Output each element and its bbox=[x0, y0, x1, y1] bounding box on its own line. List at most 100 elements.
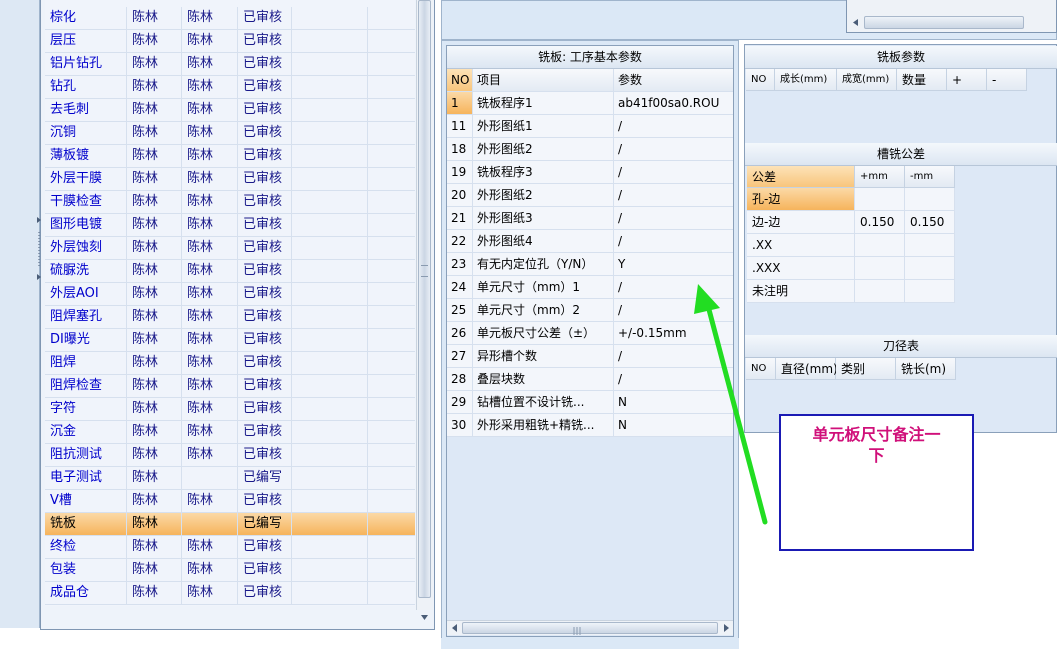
process-row[interactable]: 外层蚀刻 陈林 陈林 已审核 bbox=[45, 237, 415, 260]
process-row[interactable]: 阻焊塞孔 陈林 陈林 已审核 bbox=[45, 306, 415, 329]
top-horizontal-scroll-thumb[interactable] bbox=[864, 16, 1024, 29]
process-row[interactable]: 沉铜 陈林 陈林 已审核 bbox=[45, 122, 415, 145]
hscroll-right-arrow-icon[interactable] bbox=[720, 622, 732, 634]
process-status: 已审核 bbox=[238, 582, 292, 604]
process-name: 钻孔 bbox=[45, 76, 127, 98]
process-row[interactable]: 字符 陈林 陈林 已审核 bbox=[45, 398, 415, 421]
tool-col-category[interactable]: 类别 bbox=[836, 358, 896, 380]
tol-minus[interactable] bbox=[905, 280, 955, 303]
tool-col-mill-length[interactable]: 铣长(m) bbox=[896, 358, 956, 380]
tol-label[interactable]: .XXX bbox=[747, 257, 855, 280]
tol-minus[interactable]: 0.150 bbox=[905, 211, 955, 234]
tol-minus[interactable] bbox=[905, 188, 955, 211]
col-header-item[interactable]: 项目 bbox=[473, 69, 614, 91]
process-list-scroll-thumb[interactable] bbox=[418, 0, 431, 598]
process-row[interactable]: 终检 陈林 陈林 已审核 bbox=[45, 536, 415, 559]
param-row[interactable]: 23 有无内定位孔（Y/N） Y bbox=[447, 253, 733, 276]
process-row[interactable]: 铣板 陈林 已编写 bbox=[45, 513, 415, 536]
process-extra bbox=[292, 191, 368, 213]
process-reviewer: 陈林 bbox=[182, 329, 238, 351]
mill-col-length[interactable]: 成长(mm) bbox=[775, 69, 837, 91]
tol-plus[interactable] bbox=[855, 280, 905, 303]
process-row[interactable]: 铝片钻孔 陈林 陈林 已审核 bbox=[45, 53, 415, 76]
process-row[interactable]: 层压 陈林 陈林 已审核 bbox=[45, 30, 415, 53]
scroll-down-arrow-icon[interactable] bbox=[418, 612, 431, 624]
process-row[interactable]: 成品仓 陈林 陈林 已审核 bbox=[45, 582, 415, 605]
col-header-no[interactable]: NO bbox=[447, 69, 473, 91]
tol-plus[interactable] bbox=[855, 188, 905, 211]
process-row[interactable]: 干膜检查 陈林 陈林 已审核 bbox=[45, 191, 415, 214]
tol-col-tolerance[interactable]: 公差 bbox=[747, 166, 855, 188]
mill-col-width[interactable]: 成宽(mm) bbox=[837, 69, 897, 91]
param-no: 24 bbox=[447, 276, 473, 298]
process-status: 已审核 bbox=[238, 53, 292, 75]
mill-col-no[interactable]: NO bbox=[746, 69, 775, 91]
process-row[interactable]: DI曝光 陈林 陈林 已审核 bbox=[45, 329, 415, 352]
tol-label[interactable]: .XX bbox=[747, 234, 855, 257]
param-row[interactable]: 20 外形图纸2 / bbox=[447, 184, 733, 207]
process-extra bbox=[292, 352, 368, 374]
param-value: Y bbox=[618, 257, 626, 271]
process-reviewer: 陈林 bbox=[182, 53, 238, 75]
tol-plus[interactable]: 0.150 bbox=[855, 211, 905, 234]
tol-minus[interactable] bbox=[905, 257, 955, 280]
process-row[interactable]: 外层干膜 陈林 陈林 已审核 bbox=[45, 168, 415, 191]
mill-col-plus[interactable]: + bbox=[947, 69, 987, 91]
process-author: 陈林 bbox=[127, 122, 182, 144]
tol-plus[interactable] bbox=[855, 234, 905, 257]
annotation-note: 单元板尺寸备注一 下 bbox=[779, 414, 974, 551]
process-row[interactable]: 沉金 陈林 陈林 已审核 bbox=[45, 421, 415, 444]
param-no: 20 bbox=[447, 184, 473, 206]
param-item: 外形图纸1 bbox=[473, 115, 614, 137]
process-name: 包装 bbox=[45, 559, 127, 581]
process-author: 陈林 bbox=[127, 352, 182, 374]
process-row[interactable]: 钻孔 陈林 陈林 已审核 bbox=[45, 76, 415, 99]
process-extra bbox=[292, 329, 368, 351]
param-item: 叠层块数 bbox=[473, 368, 614, 390]
tool-col-diameter[interactable]: 直径(mm) bbox=[776, 358, 838, 380]
process-row[interactable]: 包装 陈林 陈林 已审核 bbox=[45, 559, 415, 582]
process-status: 已审核 bbox=[238, 329, 292, 351]
process-row[interactable]: 外层AOI 陈林 陈林 已审核 bbox=[45, 283, 415, 306]
scroll-grip-icon bbox=[421, 265, 428, 277]
param-no: 21 bbox=[447, 207, 473, 229]
process-row[interactable]: 电子测试 陈林 已编写 bbox=[45, 467, 415, 490]
process-name: 外层干膜 bbox=[45, 168, 127, 190]
process-row[interactable]: 硫脲洗 陈林 陈林 已审核 bbox=[45, 260, 415, 283]
param-item: 有无内定位孔（Y/N） bbox=[473, 253, 614, 275]
tol-plus[interactable] bbox=[855, 257, 905, 280]
col-header-param[interactable]: 参数 bbox=[614, 69, 733, 91]
scroll-left-arrow-icon[interactable] bbox=[850, 16, 862, 29]
tol-minus[interactable] bbox=[905, 234, 955, 257]
process-row[interactable]: 图形电镀 陈林 陈林 已审核 bbox=[45, 214, 415, 237]
basic-params-hscroll-thumb[interactable] bbox=[462, 622, 718, 634]
process-row[interactable]: 去毛刺 陈林 陈林 已审核 bbox=[45, 99, 415, 122]
param-row[interactable]: 19 铣板程序3 / bbox=[447, 161, 733, 184]
tol-label[interactable]: 边-边 bbox=[747, 211, 855, 234]
param-no: 18 bbox=[447, 138, 473, 160]
param-row[interactable]: 1 铣板程序1 ab41f00sa0.ROU bbox=[447, 92, 733, 115]
param-row[interactable]: 21 外形图纸3 / bbox=[447, 207, 733, 230]
param-row[interactable]: 22 外形图纸4 / bbox=[447, 230, 733, 253]
tol-col-plus[interactable]: +mm bbox=[855, 166, 905, 188]
process-row[interactable]: 棕化 陈林 陈林 已审核 bbox=[45, 7, 415, 30]
process-name: 铝片钻孔 bbox=[45, 53, 127, 75]
splitter-handle-icon[interactable] bbox=[36, 214, 42, 284]
process-extra bbox=[292, 30, 368, 52]
process-extra bbox=[292, 490, 368, 512]
process-row[interactable]: 阻焊检查 陈林 陈林 已审核 bbox=[45, 375, 415, 398]
tol-col-minus[interactable]: -mm bbox=[905, 166, 955, 188]
param-row[interactable]: 11 外形图纸1 / bbox=[447, 115, 733, 138]
mill-col-qty[interactable]: 数量 bbox=[897, 69, 947, 91]
process-row[interactable]: V槽 陈林 陈林 已审核 bbox=[45, 490, 415, 513]
process-row[interactable]: 阻抗测试 陈林 陈林 已审核 bbox=[45, 444, 415, 467]
mill-col-minus[interactable]: - bbox=[987, 69, 1027, 91]
process-row[interactable]: 薄板镀 陈林 陈林 已审核 bbox=[45, 145, 415, 168]
process-row[interactable]: 阻焊 陈林 陈林 已审核 bbox=[45, 352, 415, 375]
param-value: / bbox=[618, 188, 623, 202]
tol-label[interactable]: 孔-边 bbox=[747, 188, 855, 211]
param-row[interactable]: 18 外形图纸2 / bbox=[447, 138, 733, 161]
hscroll-left-arrow-icon[interactable] bbox=[449, 622, 461, 634]
param-no: 27 bbox=[447, 345, 473, 367]
process-extra bbox=[292, 444, 368, 466]
